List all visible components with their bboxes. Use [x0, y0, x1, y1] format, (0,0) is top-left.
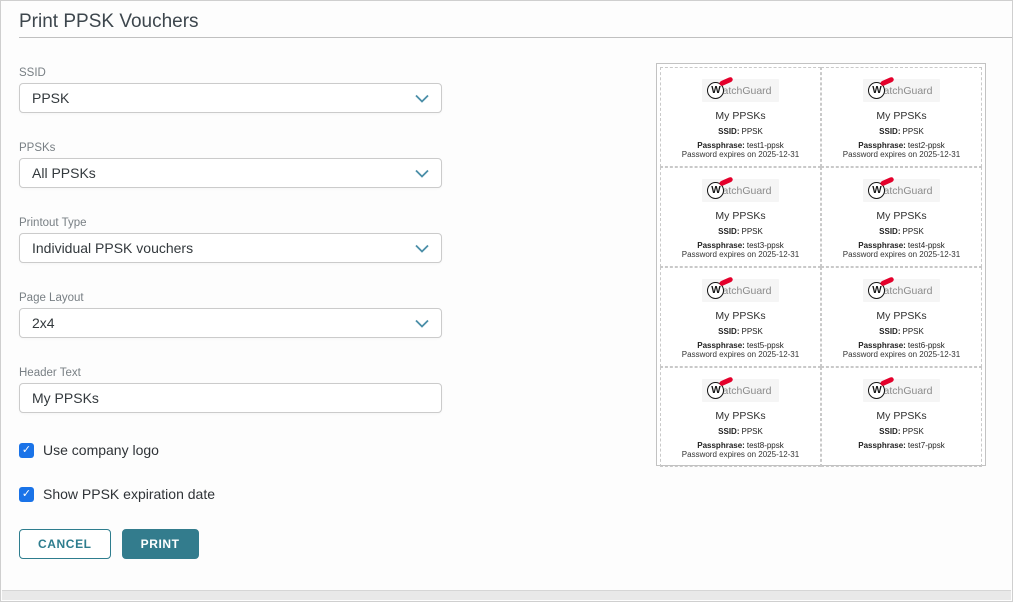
voucher-expiry: Password expires on 2025-12-31: [842, 250, 961, 259]
bottom-scrollbar-strip[interactable]: [2, 590, 1011, 600]
voucher-header: My PPSKs: [876, 210, 927, 222]
field-group-ppsks: PPSKs All PPSKs: [19, 142, 442, 188]
voucher-expiry: Password expires on 2025-12-31: [681, 150, 800, 159]
voucher-form: SSID PPSK PPSKs All PPSKs Printout Type …: [19, 67, 442, 559]
header-text-input[interactable]: [32, 390, 429, 406]
title-divider: [19, 37, 1012, 38]
ssid-select[interactable]: PPSK: [19, 83, 442, 113]
field-group-header-text: Header Text: [19, 367, 442, 413]
watchguard-logo: W atchGuard: [702, 276, 779, 302]
voucher-ssid: SSID: PPSK: [718, 327, 763, 336]
logo-text: atchGuard: [883, 384, 933, 397]
voucher-card: W atchGuard My PPSKs SSID: PPSK Passphras…: [660, 267, 821, 367]
voucher-card: W atchGuard My PPSKs SSID: PPSK Passphras…: [821, 67, 982, 167]
watchguard-logo: W atchGuard: [863, 76, 940, 102]
dialog-frame: Print PPSK Vouchers SSID PPSK PPSKs All …: [0, 0, 1013, 602]
voucher-ssid: SSID: PPSK: [879, 127, 924, 136]
logo-text: atchGuard: [722, 384, 772, 397]
voucher-card: W atchGuard My PPSKs SSID: PPSK Passphras…: [660, 367, 821, 467]
voucher-card: W atchGuard My PPSKs SSID: PPSK Passphras…: [821, 167, 982, 267]
voucher-header: My PPSKs: [715, 410, 766, 422]
page-layout-label: Page Layout: [19, 292, 84, 304]
chevron-down-icon: [415, 319, 429, 328]
voucher-ssid: SSID: PPSK: [718, 227, 763, 236]
voucher-card: W atchGuard My PPSKs SSID: PPSK Passphras…: [821, 267, 982, 367]
voucher-card: W atchGuard My PPSKs SSID: PPSK Passphras…: [660, 67, 821, 167]
ppsks-select[interactable]: All PPSKs: [19, 158, 442, 188]
ppsks-label: PPSKs: [19, 142, 56, 154]
field-group-page-layout: Page Layout 2x4: [19, 292, 442, 338]
voucher-passphrase: Passphrase: test1-ppsk: [697, 141, 784, 150]
watchguard-logo: W atchGuard: [863, 376, 940, 402]
field-group-ssid: SSID PPSK: [19, 67, 442, 113]
voucher-expiry: Password expires on 2025-12-31: [681, 250, 800, 259]
watchguard-logo: W atchGuard: [863, 176, 940, 202]
voucher-expiry: Password expires on 2025-12-31: [681, 350, 800, 359]
voucher-card: W atchGuard My PPSKs SSID: PPSK Passphras…: [660, 167, 821, 267]
ppsks-selected-value: All PPSKs: [32, 165, 96, 181]
page-title: Print PPSK Vouchers: [19, 11, 199, 32]
voucher-passphrase: Passphrase: test3-ppsk: [697, 241, 784, 250]
voucher-header: My PPSKs: [715, 210, 766, 222]
voucher-passphrase: Passphrase: test7-ppsk: [858, 441, 945, 450]
voucher-ssid: SSID: PPSK: [718, 127, 763, 136]
ssid-selected-value: PPSK: [32, 90, 70, 106]
voucher-expiry: Password expires on 2025-12-31: [681, 450, 800, 459]
voucher-passphrase: Passphrase: test8-ppsk: [697, 441, 784, 450]
watchguard-logo: W atchGuard: [702, 176, 779, 202]
show-expiration-checkbox[interactable]: [19, 486, 34, 502]
printout-type-select[interactable]: Individual PPSK vouchers: [19, 233, 442, 263]
chevron-down-icon: [415, 169, 429, 178]
header-text-label: Header Text: [19, 367, 81, 379]
voucher-header: My PPSKs: [876, 110, 927, 122]
voucher-header: My PPSKs: [715, 310, 766, 322]
voucher-header: My PPSKs: [715, 110, 766, 122]
page-layout-selected-value: 2x4: [32, 315, 55, 331]
chevron-down-icon: [415, 94, 429, 103]
ssid-label: SSID: [19, 67, 46, 79]
action-buttons: CANCEL PRINT: [19, 529, 442, 559]
voucher-passphrase: Passphrase: test6-ppsk: [858, 341, 945, 350]
voucher-ssid: SSID: PPSK: [879, 227, 924, 236]
watchguard-logo: W atchGuard: [702, 76, 779, 102]
print-button[interactable]: PRINT: [121, 529, 199, 559]
voucher-expiry: Password expires on 2025-12-31: [842, 350, 961, 359]
show-expiration-label: Show PPSK expiration date: [43, 486, 215, 502]
printout-type-label: Printout Type: [19, 217, 87, 229]
show-expiration-row: Show PPSK expiration date: [19, 486, 442, 502]
voucher-preview: W atchGuard My PPSKs SSID: PPSK Passphras…: [656, 63, 986, 467]
logo-text: atchGuard: [883, 284, 933, 297]
voucher-expiry: Password expires on 2025-12-31: [842, 150, 961, 159]
use-company-logo-label: Use company logo: [43, 442, 159, 458]
logo-text: atchGuard: [722, 284, 772, 297]
use-company-logo-row: Use company logo: [19, 442, 442, 458]
voucher-header: My PPSKs: [876, 410, 927, 422]
cancel-button[interactable]: CANCEL: [19, 529, 111, 559]
voucher-ssid: SSID: PPSK: [879, 327, 924, 336]
chevron-down-icon: [415, 244, 429, 253]
field-group-printout-type: Printout Type Individual PPSK vouchers: [19, 217, 442, 263]
voucher-card: W atchGuard My PPSKs SSID: PPSK Passphras…: [821, 367, 982, 467]
voucher-ssid: SSID: PPSK: [879, 427, 924, 436]
logo-text: atchGuard: [883, 184, 933, 197]
printout-type-selected-value: Individual PPSK vouchers: [32, 240, 194, 256]
logo-text: atchGuard: [883, 84, 933, 97]
header-text-box: [19, 383, 442, 413]
voucher-header: My PPSKs: [876, 310, 927, 322]
voucher-passphrase: Passphrase: test5-ppsk: [697, 341, 784, 350]
logo-text: atchGuard: [722, 184, 772, 197]
voucher-passphrase: Passphrase: test4-ppsk: [858, 241, 945, 250]
use-company-logo-checkbox[interactable]: [19, 442, 34, 458]
logo-text: atchGuard: [722, 84, 772, 97]
watchguard-logo: W atchGuard: [702, 376, 779, 402]
watchguard-logo: W atchGuard: [863, 276, 940, 302]
voucher-passphrase: Passphrase: test2-ppsk: [858, 141, 945, 150]
page-layout-select[interactable]: 2x4: [19, 308, 442, 338]
voucher-ssid: SSID: PPSK: [718, 427, 763, 436]
